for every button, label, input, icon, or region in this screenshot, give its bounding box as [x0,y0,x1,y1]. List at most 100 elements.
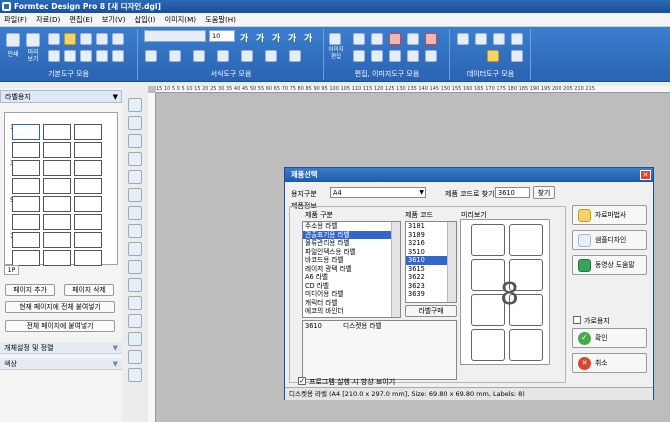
rotate-icon[interactable] [389,50,401,62]
send-back-icon[interactable] [371,50,383,62]
text-tool-icon[interactable] [128,134,142,148]
thumbnail-label-cell[interactable] [12,160,40,176]
flip-icon[interactable] [407,50,419,62]
ok-button[interactable]: ✓ 확인 [572,328,647,348]
menu-file[interactable]: 파일(F) [4,15,27,25]
menu-insert[interactable]: 삽입(I) [134,15,155,25]
vertical-text-tool-icon[interactable] [128,152,142,166]
video-help-button[interactable]: 동영상 도움말 [572,255,647,275]
new-file-icon[interactable] [48,33,60,45]
category-list-item[interactable]: 주소용 라벨 [303,222,400,231]
export-icon[interactable] [112,33,124,45]
page-icon[interactable] [48,50,60,62]
show-on-start-checkbox[interactable]: ✓ [298,377,306,385]
thumbnail-label-cell[interactable] [12,214,40,230]
thumbnail-label-cell[interactable] [74,232,102,248]
object-settings-section[interactable]: 개체설정 및 정렬 ▼ [0,342,122,354]
grid-tool-icon[interactable] [128,296,142,310]
align-center-icon[interactable] [169,50,181,62]
table-tool-icon[interactable] [128,188,142,202]
category-list-item[interactable]: 레이저 광택 라벨 [303,265,400,274]
page-tab[interactable]: 1P [4,265,19,275]
data-import-icon[interactable] [475,33,487,45]
category-list-item[interactable]: CD 라벨 [303,282,400,291]
line-tool-icon[interactable] [128,242,142,256]
category-list-item[interactable]: 물류관리용 라벨 [303,239,400,248]
menu-edit[interactable]: 편집(E) [69,15,92,25]
thumbnail-label-cell[interactable] [74,124,102,140]
zoom-out-icon[interactable] [96,50,108,62]
category-list-item[interactable]: 미디어용 라벨 [303,290,400,299]
zoom-in-icon[interactable] [80,50,92,62]
copy-icon[interactable] [353,33,365,45]
thumbnail-label-cell[interactable] [12,232,40,248]
save-icon[interactable] [80,33,92,45]
font-size-select[interactable]: 10 [209,30,235,42]
category-list-item[interactable]: 캐릭터 라벨 [303,299,400,308]
duplicate-icon[interactable] [407,33,419,45]
thumbnail-label-cell[interactable] [12,196,40,212]
sample-design-button[interactable]: 샘플디자인 [572,230,647,250]
image-edit-icon[interactable] [329,33,341,45]
label-paper-header[interactable]: 라벨용지 ▼ [0,90,122,103]
category-list-item[interactable]: 파일인덱스용 라벨 [303,248,400,257]
thumbnail-label-cell[interactable] [74,142,102,158]
card-icon[interactable] [64,50,76,62]
thumbnail-label-cell[interactable] [12,250,40,266]
thumbnail-label-cell[interactable] [74,160,102,176]
chevron-down-icon[interactable]: ▼ [113,91,118,103]
symbol-tool-icon[interactable] [128,350,142,364]
stamp-tool-icon[interactable] [128,368,142,382]
italic-button[interactable]: 가 [256,31,264,44]
thumbnail-label-cell[interactable] [43,214,71,230]
thumbnail-label-cell[interactable] [43,196,71,212]
code-scrollbar[interactable] [447,222,456,302]
menu-help[interactable]: 도움말(H) [205,15,236,25]
cancel-button[interactable]: ✕ 취소 [572,353,647,373]
image-tool-icon[interactable] [128,116,142,130]
data-search-icon[interactable] [511,50,523,62]
data-print-icon[interactable] [511,33,523,45]
paste-icon[interactable] [371,33,383,45]
underline-button[interactable]: 가 [272,31,280,44]
color-section[interactable]: 색상 ▼ [0,358,122,370]
valign-top-icon[interactable] [241,50,253,62]
print-icon[interactable] [6,33,20,47]
bring-front-icon[interactable] [353,50,365,62]
menu-data[interactable]: 자료(D) [36,15,60,25]
label-buy-button[interactable]: 라벨구매 [405,305,457,317]
category-list-item[interactable]: 바코드용 라벨 [303,256,400,265]
align-left-icon[interactable] [145,50,157,62]
close-icon[interactable]: ✕ [640,170,651,180]
category-list-item[interactable]: 에코의 바인더 [303,307,400,316]
shape-tool-icon[interactable] [128,170,142,184]
delete-page-button[interactable]: 페이지 삭제 [64,284,114,296]
thumbnail-label-cell[interactable] [12,124,40,140]
thumbnail-label-cell[interactable] [43,250,71,266]
thumbnail-label-cell[interactable] [43,178,71,194]
rectangle-tool-icon[interactable] [128,260,142,274]
category-list-item[interactable]: 견출표기용 라벨 [303,230,400,239]
search-button[interactable]: 찾기 [533,186,555,199]
thumbnail-label-cell[interactable] [43,232,71,248]
landscape-checkbox[interactable] [573,316,581,324]
clipart-tool-icon[interactable] [128,332,142,346]
thumbnail-label-cell[interactable] [43,124,71,140]
strikethrough-button[interactable]: 가 [288,31,296,44]
font-color-button[interactable]: 가 [304,31,312,44]
menu-view[interactable]: 보기(V) [102,15,126,25]
category-scrollbar[interactable] [391,222,400,317]
thumbnail-label-cell[interactable] [74,196,102,212]
category-list-item[interactable]: A6 라벨 [303,273,400,282]
preview-icon[interactable] [26,33,40,47]
data-merge-icon[interactable] [493,33,505,45]
category-list[interactable]: 주소용 라벨 견출표기용 라벨 물류관리용 라벨 파일인덱스용 라벨 바코드용 라벨 레이… [302,221,401,318]
data-wizard-button[interactable]: 자료마법사 [572,205,647,225]
open-folder-icon[interactable] [64,33,76,45]
thumbnail-label-cell[interactable] [74,178,102,194]
thumbnail-label-cell[interactable] [74,214,102,230]
menu-image[interactable]: 이미지(M) [164,15,196,25]
chevron-down-icon[interactable]: ▼ [113,342,118,354]
align-right-icon[interactable] [193,50,205,62]
add-page-button[interactable]: 페이지 추가 [5,284,55,296]
